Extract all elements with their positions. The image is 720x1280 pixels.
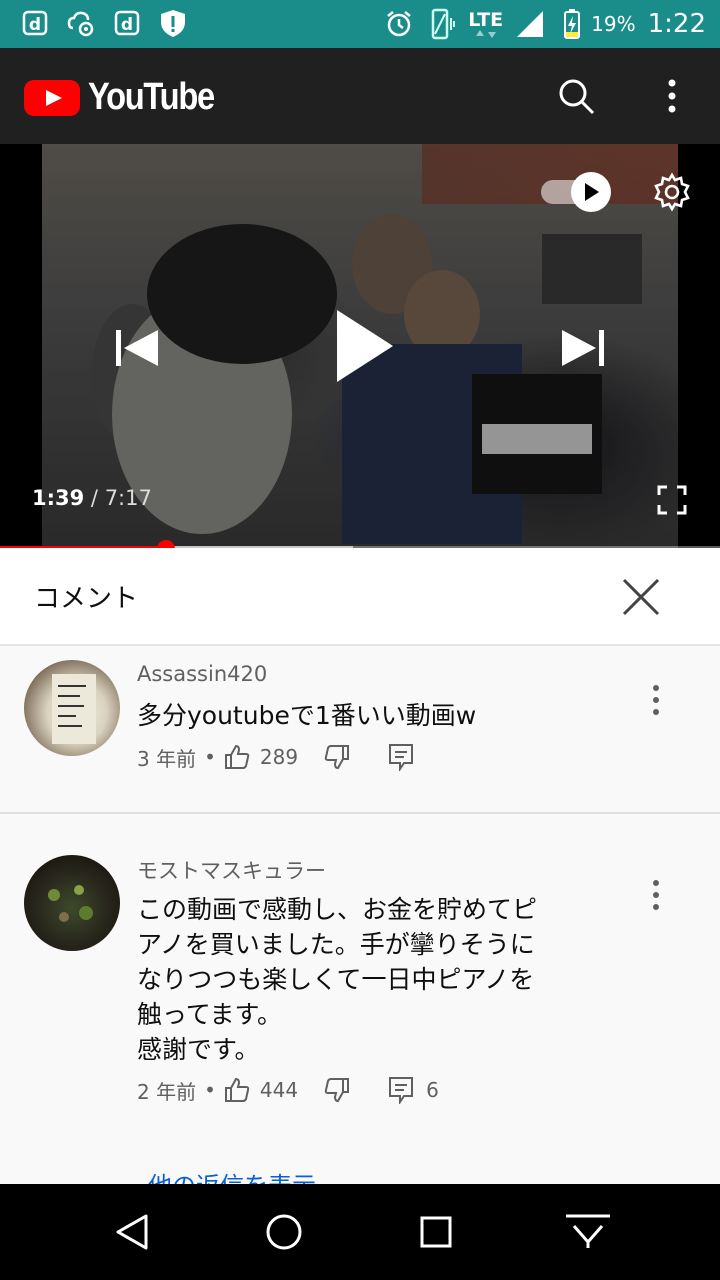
time-separator: / <box>90 486 98 510</box>
vibrate-icon <box>426 8 456 40</box>
duration: 7:17 <box>104 486 152 510</box>
avatar[interactable] <box>24 855 120 951</box>
docomo-d-icon: d <box>112 8 142 38</box>
comments-title: コメント <box>34 584 139 614</box>
more-options-button[interactable] <box>648 72 696 120</box>
time-display: 1:39 / 7:17 <box>32 486 152 510</box>
back-icon <box>116 1214 148 1250</box>
avatar[interactable] <box>24 660 120 756</box>
comment-menu-button[interactable] <box>642 875 670 915</box>
recents-icon <box>420 1216 452 1248</box>
battery-charging-icon <box>557 9 587 39</box>
hide-keyboard-icon <box>566 1214 610 1248</box>
comment-menu-button[interactable] <box>642 680 670 720</box>
avatar-image <box>48 885 93 922</box>
youtube-logo-text: YouTube <box>88 76 215 118</box>
current-time: 1:39 <box>32 486 85 510</box>
comment-author[interactable]: Assassin420 <box>137 662 267 686</box>
settings-gear-icon <box>654 172 690 212</box>
dislike-button[interactable] <box>324 1077 350 1103</box>
docomo-d-icon: d <box>20 8 50 38</box>
thumbs-down-icon <box>324 1078 350 1103</box>
next-icon <box>562 330 604 366</box>
comment-text: この動画で感動し、お金を貯めてピ アノを買いました。手が攣りそうに なりつつも楽… <box>137 895 538 1064</box>
autoplay-toggle[interactable] <box>541 172 613 212</box>
autoplay-toggle-icon <box>541 172 611 212</box>
comments-header: コメント <box>0 548 720 646</box>
avatar-image <box>52 674 96 744</box>
search-button[interactable] <box>552 72 600 120</box>
play-icon <box>337 310 393 382</box>
reply-count: 6 <box>426 1078 439 1102</box>
navigation-bar <box>0 1184 720 1280</box>
comment-author[interactable]: モストマスキュラー <box>137 855 326 885</box>
thumbs-up-icon <box>224 1077 250 1102</box>
divider <box>0 812 720 814</box>
reply-button[interactable]: 6 <box>388 1076 439 1104</box>
like-count: 289 <box>259 745 299 769</box>
dislike-button[interactable] <box>324 744 350 770</box>
svg-text:d: d <box>121 15 133 35</box>
play-button[interactable] <box>318 304 402 388</box>
view-replies-link[interactable]: 他の返信を表示 <box>148 1166 316 1184</box>
next-button[interactable] <box>558 322 610 374</box>
like-count: 444 <box>259 1078 299 1102</box>
previous-button[interactable] <box>110 322 162 374</box>
clock: 1:22 <box>647 9 706 39</box>
data-activity-icon <box>475 29 496 38</box>
more-vert-icon <box>668 79 676 113</box>
like-button[interactable]: 289 <box>224 744 298 770</box>
comments-list[interactable]: Assassin420 多分youtubeで1番いい動画w 3 年前 • 289 <box>0 646 720 1184</box>
fullscreen-button[interactable] <box>652 480 692 520</box>
video-player[interactable]: 1:39 / 7:17 <box>0 144 720 548</box>
search-icon <box>559 79 595 115</box>
thumbs-up-icon <box>224 744 250 769</box>
comment-actions: 3 年前 • 289 <box>137 740 414 774</box>
network-type-label: LTE <box>468 8 504 31</box>
settings-button[interactable] <box>650 170 694 214</box>
previous-icon <box>116 330 158 366</box>
meta-dot: • <box>204 1078 216 1102</box>
app-bar: YouTube <box>0 48 720 144</box>
signal-icon <box>515 9 545 39</box>
comment-time: 2 年前 <box>137 1079 197 1104</box>
home-icon <box>266 1214 302 1250</box>
status-bar: d d LTE 19% 1:22 <box>0 0 720 48</box>
reply-button[interactable] <box>388 743 414 771</box>
like-button[interactable]: 444 <box>224 1077 298 1103</box>
close-comments-button[interactable] <box>620 576 662 618</box>
comment-time: 3 年前 <box>137 746 197 771</box>
back-button[interactable] <box>108 1208 156 1256</box>
recents-button[interactable] <box>412 1208 460 1256</box>
close-icon <box>622 578 660 616</box>
hide-keyboard-button[interactable] <box>564 1208 612 1256</box>
comment-actions: 2 年前 • 444 6 <box>137 1073 439 1107</box>
comment-item: モストマスキュラー この動画で感動し、お金を貯めてピ アノを買いました。手が攣り… <box>0 838 720 1184</box>
svg-text:d: d <box>29 15 41 35</box>
cloud-settings-icon <box>66 8 96 38</box>
home-button[interactable] <box>260 1208 308 1256</box>
comment-text: 多分youtubeで1番いい動画w <box>137 701 477 730</box>
shield-alert-icon <box>158 8 188 38</box>
fullscreen-icon <box>657 485 687 515</box>
youtube-play-logo-icon <box>24 79 80 116</box>
battery-percent: 19% <box>591 12 636 36</box>
more-vert-icon <box>653 880 659 910</box>
more-vert-icon <box>653 685 659 715</box>
comment-item: Assassin420 多分youtubeで1番いい動画w 3 年前 • 289 <box>0 646 720 814</box>
youtube-logo[interactable]: YouTube <box>24 76 234 119</box>
thumbs-down-icon <box>324 745 350 770</box>
reply-comment-icon <box>389 1077 414 1104</box>
alarm-icon <box>384 9 414 39</box>
reply-comment-icon <box>389 744 414 771</box>
meta-dot: • <box>204 745 216 769</box>
